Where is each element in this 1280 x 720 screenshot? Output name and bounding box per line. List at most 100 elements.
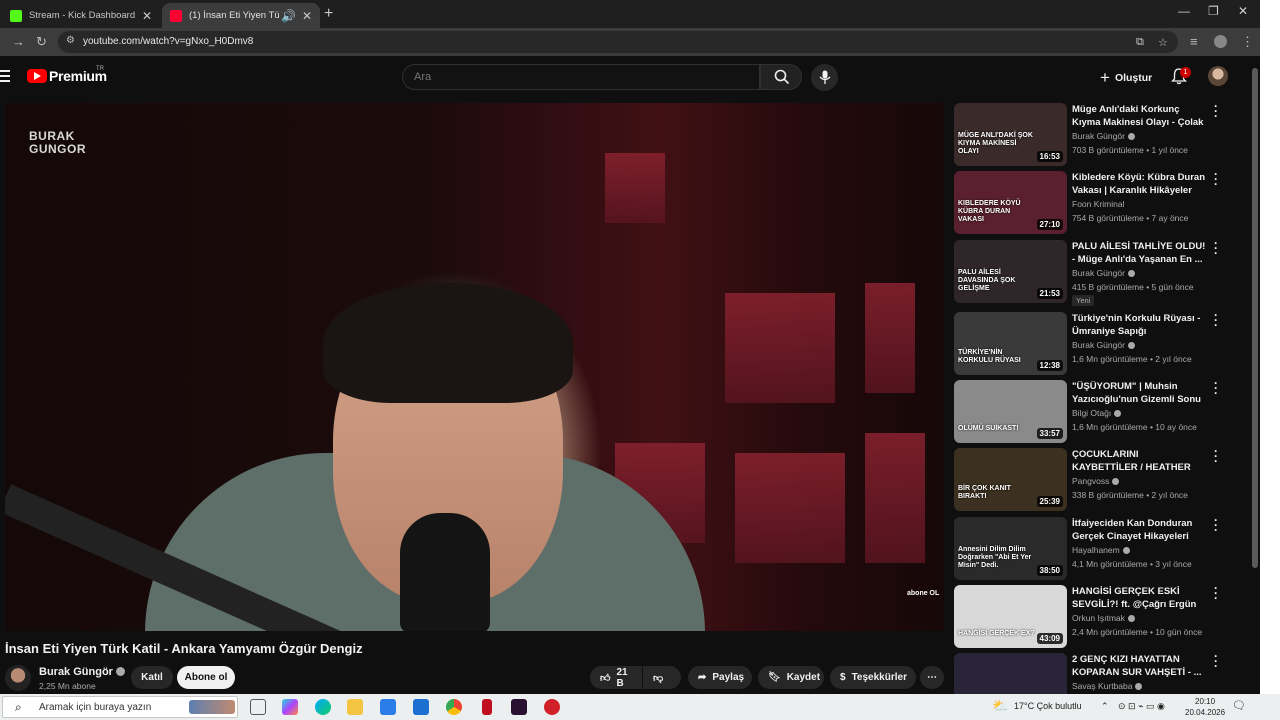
search-input[interactable] (414, 71, 714, 83)
audio-icon[interactable]: 🔊 (281, 9, 296, 23)
search-box[interactable] (402, 64, 760, 90)
recommendation-item[interactable]: HANGİSİ GERÇEK EX? 43:09 HANGİSİ GERÇEK ES… (954, 582, 1244, 649)
dislike-button[interactable]: 👎︎ (643, 666, 681, 689)
browser-menu-icon[interactable]: ⋮ (1241, 34, 1254, 50)
taskbar-search[interactable]: ⌕ Aramak için buraya yazın (2, 696, 238, 718)
video-thumbnail[interactable]: MÜGE ANLI'DAKİ ŞOK KIYMA MAKİNESİ OLAYI 1… (954, 103, 1067, 166)
like-button[interactable]: 👍︎ 21 B (590, 666, 642, 689)
taskbar-clock[interactable]: 20:10 20.04.2026 (1185, 696, 1225, 718)
tab-kick-dashboard[interactable]: Stream - Kick Dashboard ✕ (2, 3, 160, 28)
hamburger-menu-icon[interactable] (0, 70, 10, 85)
browser-profile-avatar[interactable] (1214, 35, 1227, 48)
youtube-logo-icon[interactable] (27, 69, 47, 83)
app-dark-icon[interactable] (511, 699, 527, 715)
recommendation-item[interactable]: BİR ÇOK KANIT BIRAKTI 25:39 ÇOCUKLARINI KA… (954, 445, 1244, 512)
chrome-icon[interactable] (446, 699, 462, 715)
app-red-circle-icon[interactable] (544, 699, 560, 715)
recommendation-title[interactable]: "ÜŞÜYORUM" | Muhsin Yazıcıoğlu'nun Gizem… (1072, 380, 1206, 406)
save-button[interactable]: 🔖︎ Kaydet (758, 666, 824, 689)
channel-name-link[interactable]: Burak Güngör (39, 666, 125, 678)
recommendation-title[interactable]: Müge Anlı'daki Korkunç Kıyma Makinesi Ol… (1072, 103, 1206, 129)
media-controls-icon[interactable]: ≡ (1190, 34, 1198, 49)
tab-youtube-video[interactable]: (1) İnsan Eti Yiyen Türk Katil 🔊 ✕ (162, 3, 320, 28)
join-button[interactable]: Katıl (131, 666, 173, 689)
video-thumbnail[interactable]: Annesini Dilim Dilim Doğrarken "Abi Et Y… (954, 517, 1067, 580)
recommendation-channel[interactable]: Orkun Işıtmak (1072, 613, 1135, 623)
search-button[interactable] (760, 64, 802, 90)
video-thumbnail[interactable]: KIBLEDERE KÖYÜ KÜBRA DURAN VAKASI 27:10 (954, 171, 1067, 234)
recommendation-channel[interactable]: Hayalhanem (1072, 545, 1130, 555)
more-vertical-icon[interactable]: · · · (1214, 377, 1218, 399)
recommendation-channel[interactable]: Burak Güngör (1072, 268, 1135, 278)
more-vertical-icon[interactable]: · · · (1214, 445, 1218, 467)
video-thumbnail[interactable]: ÖLÜMÜ SUİKAST! 33:57 (954, 380, 1067, 443)
more-vertical-icon[interactable]: · · · (1214, 168, 1218, 190)
more-vertical-icon[interactable]: · · · (1214, 650, 1218, 672)
thanks-label: Teşekkürler (851, 672, 907, 683)
video-player[interactable]: BURAK GUNGOR abone OL (5, 103, 944, 631)
app-red-icon[interactable] (482, 699, 492, 715)
install-app-icon[interactable]: ⧉ (1136, 36, 1144, 49)
more-vertical-icon[interactable]: · · · (1214, 237, 1218, 259)
video-thumbnail[interactable]: BİR ÇOK KANIT BIRAKTI 25:39 (954, 448, 1067, 511)
video-thumbnail[interactable]: HANGİSİ GERÇEK EX? 43:09 (954, 585, 1067, 648)
subscribe-button[interactable]: Abone ol (177, 666, 235, 689)
file-explorer-icon[interactable] (347, 699, 363, 715)
recommendation-item[interactable]: KIBLEDERE KÖYÜ KÜBRA DURAN VAKASI 27:10 Ki… (954, 168, 1244, 235)
recommendation-channel[interactable]: Bilgi Otağı (1072, 408, 1122, 418)
more-actions-button[interactable]: ⋯ (920, 666, 944, 689)
recommendation-channel[interactable]: Burak Güngör (1072, 131, 1135, 141)
task-view-icon[interactable] (250, 699, 266, 715)
close-tab-icon[interactable]: ✕ (142, 9, 152, 23)
store-icon[interactable] (380, 699, 396, 715)
recommendation-item[interactable]: ÖLÜMÜ SUİKAST! 33:57 "ÜŞÜYORUM" | Muhsin Y… (954, 377, 1244, 444)
recommendation-title[interactable]: ÇOCUKLARINI KAYBETTİLER / HEATHER MAPLES… (1072, 448, 1206, 474)
recommendation-channel[interactable]: Burak Güngör (1072, 340, 1135, 350)
outlook-icon[interactable] (413, 699, 429, 715)
recommendation-item[interactable]: Annesini Dilim Dilim Doğrarken "Abi Et Y… (954, 514, 1244, 581)
more-vertical-icon[interactable]: · · · (1214, 100, 1218, 122)
forward-icon[interactable]: → (12, 34, 25, 49)
channel-avatar[interactable] (5, 665, 31, 691)
recommendation-channel[interactable]: Foon Kriminal (1072, 199, 1124, 209)
recommendation-title[interactable]: Türkiye'nin Korkulu Rüyası - Ümraniye Sa… (1072, 312, 1206, 338)
minimize-icon[interactable]: — (1178, 4, 1190, 18)
edge-icon[interactable] (315, 699, 331, 715)
recommendation-item[interactable]: MÜGE ANLI'DAKİ ŞOK KIYMA MAKİNESİ OLAYI 1… (954, 100, 1244, 167)
scrollbar-thumb[interactable] (1252, 68, 1258, 568)
tray-chevron-icon[interactable]: ⌃ (1101, 701, 1109, 712)
user-avatar[interactable] (1208, 66, 1228, 86)
close-window-icon[interactable]: ✕ (1238, 4, 1248, 18)
new-tab-button[interactable]: + (324, 5, 333, 23)
recommendation-title[interactable]: PALU AİLESİ TAHLİYE OLDU! - Müge Anlı'da… (1072, 240, 1206, 266)
share-button[interactable]: ➦ Paylaş (688, 666, 752, 689)
site-info-icon[interactable]: ⚙ (66, 35, 75, 46)
tray-icons[interactable]: ⊙ ⊡ ⌁ ▭ ◉ (1118, 701, 1165, 712)
youtube-favicon-icon (170, 9, 182, 22)
voice-search-button[interactable] (811, 64, 838, 91)
more-vertical-icon[interactable]: · · · (1214, 514, 1218, 536)
recommendation-title[interactable]: İtfaiyeciden Kan Donduran Gerçek Cinayet… (1072, 517, 1206, 543)
video-thumbnail[interactable]: TÜRKİYE'NİN KORKULU RÜYASI 12:38 (954, 312, 1067, 375)
more-vertical-icon[interactable]: · · · (1214, 582, 1218, 604)
recommendation-title[interactable]: Kibledere Köyü: Kübra Duran Vakası | Kar… (1072, 171, 1206, 197)
recommendation-channel[interactable]: Savaş Kurtbaba (1072, 681, 1143, 691)
copilot-icon[interactable] (282, 699, 298, 715)
recommendation-title[interactable]: 2 GENÇ KIZI HAYATTAN KOPARAN SUR VAHŞETİ… (1072, 653, 1206, 679)
recommendation-item[interactable]: TÜRKİYE'NİN KORKULU RÜYASI 12:38 Türkiye'n… (954, 309, 1244, 376)
bookmark-star-icon[interactable]: ☆ (1158, 36, 1168, 49)
weather-text[interactable]: 17°C Çok bulutlu (1014, 701, 1082, 711)
subscribe-overlay-badge[interactable]: abone OL (907, 590, 939, 598)
recommendation-channel[interactable]: Pangvoss (1072, 476, 1120, 486)
notification-center-icon[interactable]: 🗨 (1232, 699, 1246, 712)
thanks-button[interactable]: $ Teşekkürler (830, 666, 916, 689)
recommendation-item[interactable]: PALU AİLESİ DAVASINDA ŞOK GELİŞME 21:53 PA… (954, 237, 1244, 306)
reload-icon[interactable]: ↻ (36, 34, 47, 50)
more-vertical-icon[interactable]: · · · (1214, 309, 1218, 331)
video-thumbnail[interactable]: PALU AİLESİ DAVASINDA ŞOK GELİŞME 21:53 (954, 240, 1067, 303)
restore-icon[interactable]: ❐ (1208, 4, 1219, 18)
recommendation-title[interactable]: HANGİSİ GERÇEK ESKİ SEVGİLİ?! ft. @Çağrı… (1072, 585, 1206, 611)
address-bar[interactable]: ⚙ youtube.com/watch?v=gNxo_H0Dmv8 ⧉ ☆ (58, 31, 1178, 53)
create-button[interactable]: + Oluştur (1100, 68, 1152, 88)
close-tab-icon[interactable]: ✕ (302, 9, 312, 23)
